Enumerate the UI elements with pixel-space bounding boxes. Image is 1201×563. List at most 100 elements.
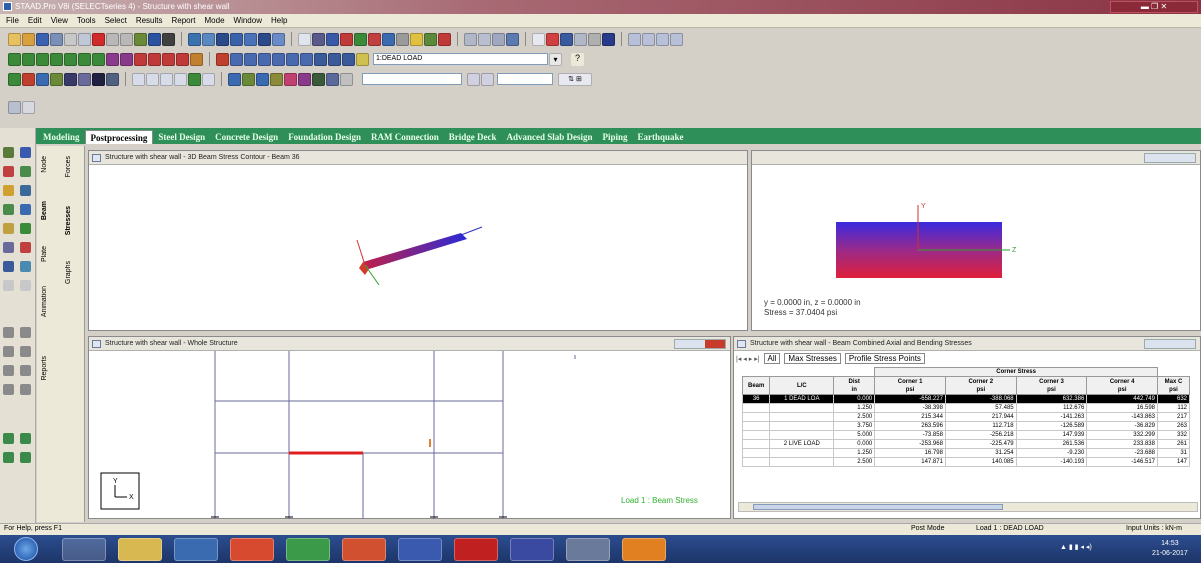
window-buttons[interactable] [674,339,726,349]
cell-c4[interactable]: -143.863 [1086,412,1158,422]
grid-icon[interactable] [148,32,161,46]
cell-beam[interactable]: 36 [741,394,771,404]
cell-c3[interactable]: 112.676 [1015,403,1088,413]
cell-c4[interactable]: 16.598 [1086,403,1158,413]
cell-c4[interactable]: -146.517 [1086,457,1158,467]
taskbar-staad-icon[interactable] [510,538,554,561]
plate-tool-icon[interactable] [3,166,14,177]
cell-c2[interactable]: -256.218 [944,430,1017,440]
side-tab-beam[interactable]: Beam [41,201,48,220]
zoom-in-icon[interactable] [230,52,243,66]
select-geometry-icon[interactable] [78,52,91,66]
view-table-icon[interactable] [467,72,480,86]
menu-help[interactable]: Help [271,16,287,25]
column-icon[interactable] [560,32,573,46]
zoom-previous-icon[interactable] [272,52,285,66]
cell-c1[interactable]: 16.798 [874,448,946,458]
help-icon[interactable]: ? [571,52,584,66]
select-solid-icon[interactable] [50,52,63,66]
tab-earthquake[interactable]: Earthquake [633,130,689,144]
cell-c4[interactable]: -23.688 [1086,448,1158,458]
tab-postprocessing[interactable]: Postprocessing [84,130,154,144]
cell-c2[interactable]: -388.068 [944,394,1017,404]
export-icon[interactable] [670,32,683,46]
label-icon[interactable] [396,32,409,46]
rotate-left-icon[interactable] [134,52,147,66]
cell-c1[interactable]: 147.871 [874,457,946,467]
side-tab-node[interactable]: Node [41,156,48,173]
cell-dist[interactable]: 1.250 [833,448,876,458]
col-lc[interactable]: L/C [769,376,835,395]
view-tool-2-icon[interactable] [20,433,31,444]
tab-modeling[interactable]: Modeling [38,130,85,144]
cell-max[interactable]: 332 [1157,430,1190,440]
open-icon[interactable] [22,32,35,46]
col-dist[interactable]: Dist in [833,376,876,395]
cell-c1[interactable]: -658.227 [874,394,946,404]
cell-c4[interactable]: 332.299 [1086,430,1158,440]
cell-c2[interactable]: 140.085 [944,457,1017,467]
cell-dist[interactable]: 1.250 [833,403,876,413]
cell-c1[interactable]: 215.344 [874,412,946,422]
beam-tool-icon[interactable] [20,147,31,158]
flag-icon[interactable] [602,32,615,46]
rotate-structure-icon[interactable] [492,32,505,46]
analysis-icon[interactable] [92,72,105,86]
view-tool-icon[interactable] [3,433,14,444]
zoom-window-icon[interactable] [216,52,229,66]
tab-steel-design[interactable]: Steel Design [153,130,210,144]
taskbar-app-icon[interactable] [566,538,610,561]
table-row[interactable]: 36 1 DEAD LOA 0.000 -658.227 -388.068 632.386… [741,394,1190,404]
bottom-view-icon[interactable] [244,32,257,46]
tab-concrete-design[interactable]: Concrete Design [210,130,283,144]
panel-tool-6-icon[interactable] [20,365,31,376]
cell-beam[interactable] [741,430,771,440]
output-icon[interactable] [106,72,119,86]
side-tab-reports[interactable]: Reports [41,356,48,381]
support-icon[interactable] [8,72,21,86]
node-icon[interactable] [326,32,339,46]
dropdown-chevron-icon[interactable]: ▾ [549,52,562,66]
cell-c4[interactable]: 442.749 [1086,394,1158,404]
taskbar-vlc-icon[interactable] [622,538,666,561]
col-max[interactable]: Max C psi [1157,376,1190,395]
cell-max[interactable]: 31 [1157,448,1190,458]
cell-max[interactable]: 632 [1157,394,1190,404]
save-icon[interactable] [36,32,49,46]
table-row[interactable]: 2.500 215.344 217.944 -141.263 -143.863 217 [741,412,1190,422]
cell-lc[interactable] [769,412,835,422]
window-buttons[interactable] [1144,339,1196,349]
section-property-icon[interactable] [36,72,49,86]
results-icon[interactable] [284,72,297,86]
col-corner-3[interactable]: Corner 3 psi [1015,376,1088,395]
side-tab-forces[interactable]: Forces [65,156,72,177]
chart-icon[interactable] [656,32,669,46]
table-row[interactable]: 2 LIVE LOAD 0.000 -253.968 -225.479 261.536 2… [741,439,1190,449]
beam-icon[interactable] [340,32,353,46]
menu-tools[interactable]: Tools [77,16,96,25]
cell-dist[interactable]: 5.000 [833,430,876,440]
contour-icon[interactable] [242,72,255,86]
cell-c1[interactable]: 263.596 [874,421,946,431]
cell-c1[interactable]: -38.398 [874,403,946,413]
design-tool-icon[interactable] [20,242,31,253]
select-surface-icon[interactable] [64,52,77,66]
cell-dist[interactable]: 3.750 [833,421,876,431]
zoom-all-icon[interactable] [258,52,271,66]
pan-icon[interactable] [190,52,203,66]
new-icon[interactable] [8,32,21,46]
marker-icon[interactable] [438,32,451,46]
load-tool-icon[interactable] [20,223,31,234]
cell-c1[interactable]: -73.858 [874,430,946,440]
col-corner-2[interactable]: Corner 2 psi [944,376,1017,395]
cell-c3[interactable]: 261.536 [1015,439,1088,449]
tab-max-stresses[interactable]: Max Stresses [784,353,841,364]
menu-report[interactable]: Report [172,16,196,25]
spin-right-icon[interactable] [176,52,189,66]
select-node-icon[interactable] [8,52,21,66]
plate-icon[interactable] [354,32,367,46]
tab-scroll-arrows[interactable]: |◂ ◂ ▸ ▸| [736,355,760,363]
axial-icon[interactable] [160,72,173,86]
material-icon[interactable] [50,72,63,86]
surface-tool-icon[interactable] [3,185,14,196]
